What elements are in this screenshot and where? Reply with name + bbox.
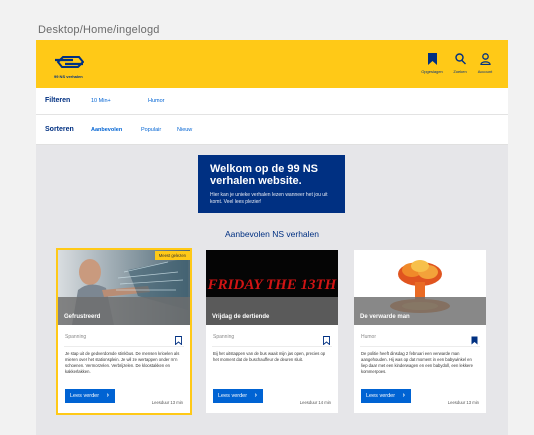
read-more-label: Lees verder xyxy=(70,393,100,399)
welcome-banner: Welkom op de 99 NS verhalen website. Hie… xyxy=(198,155,345,213)
user-icon xyxy=(479,53,491,65)
filter-option[interactable]: 10 Min+ xyxy=(91,98,111,104)
divider xyxy=(64,346,184,347)
bookmark-icon[interactable] xyxy=(323,332,330,350)
sort-option[interactable]: Populair xyxy=(141,127,161,133)
filter-option[interactable]: Humor xyxy=(148,98,165,104)
most-read-badge: Meest gelezen xyxy=(154,251,190,260)
story-description: Bij het uitstappen van de bus waait mijn… xyxy=(213,351,326,362)
title-overlay xyxy=(354,297,486,325)
story-card[interactable]: De verwarde man Humor De politie heeft d… xyxy=(354,250,486,413)
logo-text: 99 NS verhalen xyxy=(54,74,83,79)
story-title: Gefrustreerd xyxy=(64,314,101,320)
chevron-right-icon: › xyxy=(106,392,109,399)
nav-account-label: Account xyxy=(477,69,493,74)
filter-bar: Filteren 10 Min+ Humor xyxy=(36,88,508,115)
welcome-text: Hier kan je unieke verhalen lezen wannee… xyxy=(210,192,328,205)
story-genre: Spanning xyxy=(213,334,235,340)
story-description: Je stap uit de gedverdomde stinkbus. De … xyxy=(65,351,180,374)
read-more-label: Lees verder xyxy=(218,393,248,399)
title-overlay xyxy=(206,297,338,325)
frame-label: Desktop/Home/ingelogd xyxy=(38,24,160,36)
sort-option-active[interactable]: Aanbevolen xyxy=(91,127,122,133)
chevron-right-icon: › xyxy=(402,392,405,399)
sort-title: Sorteren xyxy=(45,126,74,133)
read-time: Leesduur 13 min xyxy=(447,400,479,405)
divider xyxy=(212,346,332,347)
story-title: Vrijdag de dertiende xyxy=(212,314,270,320)
story-image-text: FRIDAY THE 13TH xyxy=(207,277,338,293)
nav-account[interactable]: Account xyxy=(470,53,500,74)
sort-bar: Sorteren Aanbevolen Populair Nieuw xyxy=(36,115,508,145)
story-card[interactable]: Meest gelezen Gefrustreerd Spanning Je s… xyxy=(56,248,192,415)
read-more-label: Lees verder xyxy=(366,393,396,399)
nav-saved[interactable]: Opgeslagen xyxy=(417,53,447,74)
filter-title: Filteren xyxy=(45,97,71,104)
story-genre: Humor xyxy=(361,334,377,340)
story-description: De politie heeft dinsdag 2 februari een … xyxy=(361,351,473,374)
title-overlay xyxy=(58,297,190,325)
read-time: Leesduur 14 min xyxy=(299,400,331,405)
story-genre: Spanning xyxy=(65,334,87,340)
story-title: De verwarde man xyxy=(360,314,410,320)
bookmark-icon xyxy=(427,53,437,65)
divider xyxy=(360,346,480,347)
nav-saved-label: Opgeslagen xyxy=(421,69,443,74)
read-more-button[interactable]: Lees verder › xyxy=(361,389,411,403)
sort-option[interactable]: Nieuw xyxy=(177,127,192,133)
header: 99 NS verhalen Opgeslagen Zoeken Account xyxy=(36,40,508,88)
section-title: Aanbevolen NS verhalen xyxy=(224,229,320,239)
read-more-button[interactable]: Lees verder › xyxy=(65,389,115,403)
bookmark-filled-icon[interactable] xyxy=(471,332,478,350)
bookmark-icon[interactable] xyxy=(175,332,182,350)
story-card[interactable]: FRIDAY THE 13TH Vrijdag de dertiende Spa… xyxy=(206,250,338,413)
read-time: Leesduur 13 min xyxy=(151,400,183,405)
ns-logo-icon[interactable] xyxy=(54,55,85,74)
welcome-title: Welkom op de 99 NS verhalen website. xyxy=(210,163,318,187)
page: 99 NS verhalen Opgeslagen Zoeken Account… xyxy=(36,40,508,435)
search-icon xyxy=(454,53,466,65)
read-more-button[interactable]: Lees verder › xyxy=(213,389,263,403)
chevron-right-icon: › xyxy=(254,392,257,399)
